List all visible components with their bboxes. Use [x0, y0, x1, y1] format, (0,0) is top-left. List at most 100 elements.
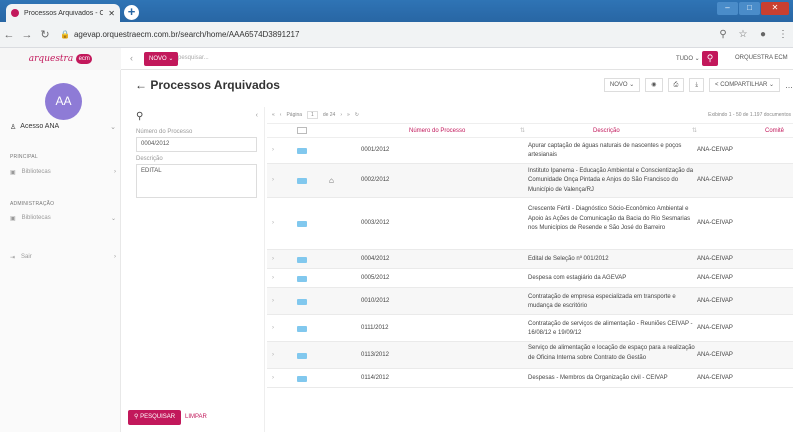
sidebar-item-label: Sair: [21, 254, 32, 260]
share-button[interactable]: < COMPARTILHAR ⌄: [709, 78, 780, 92]
descricao-field[interactable]: EDITAL: [136, 164, 257, 198]
row-numero[interactable]: 0004/2012: [361, 256, 389, 262]
row-descricao[interactable]: Contratação de empresa especializada em …: [528, 293, 695, 312]
row-descricao[interactable]: Serviço de alimentação e locação de espa…: [528, 344, 695, 363]
sidebar-item-sair[interactable]: ⇥ Sair ›: [10, 254, 116, 261]
new-tab-button[interactable]: +: [124, 5, 139, 20]
sidebar-item-acesso[interactable]: ♙ Acesso ANA ⌄: [10, 123, 116, 131]
download-icon[interactable]: ⤓: [689, 78, 704, 92]
menu-dots-icon[interactable]: ⋮: [773, 29, 793, 40]
expand-row-icon[interactable]: ›: [272, 298, 274, 304]
avatar[interactable]: AA: [45, 83, 82, 120]
table-row[interactable]: › 0113/2012 Serviço de alimentação e locaç…: [267, 342, 793, 369]
row-numero[interactable]: 0003/2012: [361, 220, 389, 226]
logo[interactable]: arquestra ecm: [0, 48, 121, 70]
row-numero[interactable]: 0114/2012: [361, 375, 389, 381]
close-tab-icon[interactable]: ✕: [108, 9, 115, 18]
pager: « ‹ Página 1 de 24 › » ↻ Exibindo 1 - 50…: [267, 107, 793, 124]
print-icon[interactable]: ⎙: [667, 78, 685, 92]
search-button[interactable]: ⚲: [702, 51, 718, 66]
row-descricao[interactable]: Despesa com estagiário da AGEVAP: [528, 274, 695, 284]
more-icon[interactable]: …: [785, 81, 793, 90]
collapse-sidebar-icon[interactable]: ‹: [130, 53, 133, 63]
row-descricao[interactable]: Contratação de serviços de alimentação -…: [528, 320, 695, 339]
reload-icon[interactable]: ↻: [36, 28, 54, 41]
col-numero[interactable]: Número do Processo: [409, 128, 465, 134]
novo-button[interactable]: NOVO ⌄: [603, 78, 641, 92]
select-all-checkbox[interactable]: [297, 127, 307, 134]
back-arrow-icon[interactable]: ←: [135, 78, 147, 92]
col-comite[interactable]: Comitê: [765, 128, 784, 134]
results-table: Número do Processo ⇅ Descrição ⇅ Comitê …: [267, 124, 793, 388]
expand-row-icon[interactable]: ›: [272, 256, 274, 262]
back-icon[interactable]: ←: [0, 29, 18, 41]
profile-icon[interactable]: ●: [753, 29, 773, 40]
folder-icon: [297, 257, 307, 263]
first-page-icon[interactable]: «: [272, 112, 275, 118]
row-numero[interactable]: 0010/2012: [361, 298, 389, 304]
expand-row-icon[interactable]: ›: [272, 220, 274, 226]
row-descricao[interactable]: Edital de Seleção nº 001/2012: [528, 255, 695, 265]
search-scope-select[interactable]: TUDO ⌄: [676, 55, 700, 62]
row-descricao[interactable]: Apurar captação de águas naturais de nas…: [528, 142, 695, 161]
expand-row-icon[interactable]: ›: [272, 177, 274, 183]
folder-icon: [297, 148, 307, 154]
expand-row-icon[interactable]: ›: [272, 147, 274, 153]
row-numero[interactable]: 0005/2012: [361, 275, 389, 281]
sort-icon[interactable]: ⇅: [520, 127, 525, 134]
organization-name[interactable]: ORQUESTRA ECM: [735, 55, 788, 61]
table-row[interactable]: › 0004/2012 Edital de Seleção nº 001/2012 A…: [267, 250, 793, 269]
search-icon: ⚲: [136, 111, 144, 122]
pesquisar-label: PESQUISAR: [140, 414, 176, 420]
expand-row-icon[interactable]: ›: [272, 375, 274, 381]
url-field[interactable]: agevap.orquestraecm.com.br/search/home/A…: [74, 30, 713, 39]
sort-icon[interactable]: ⇅: [692, 127, 697, 134]
zoom-icon[interactable]: ⚲: [713, 29, 733, 40]
table-row[interactable]: › 0010/2012 Contratação de empresa especia…: [267, 288, 793, 315]
sidebar-item-label: Bibliotecas: [21, 215, 51, 221]
row-numero[interactable]: 0113/2012: [361, 352, 389, 358]
view-icon[interactable]: ◉: [645, 78, 663, 92]
row-numero[interactable]: 0111/2012: [361, 325, 388, 331]
prev-page-icon[interactable]: ‹: [280, 112, 282, 118]
table-row[interactable]: › ⌂ 0002/2012 Instituto Ipanema - Educação …: [267, 164, 793, 198]
minimize-button[interactable]: –: [717, 2, 738, 15]
close-window-button[interactable]: ✕: [761, 2, 789, 15]
page-number-input[interactable]: 1: [307, 111, 318, 119]
table-row[interactable]: › 0111/2012 Contratação de serviços de ali…: [267, 315, 793, 342]
page-total: de 24: [322, 112, 336, 118]
forward-icon[interactable]: →: [18, 29, 36, 41]
numero-label: Número do Processo: [136, 129, 193, 135]
sidebar-item-bibliotecas[interactable]: ▣ Bibliotecas ›: [10, 169, 116, 176]
pesquisar-button[interactable]: ⚲ PESQUISAR: [128, 410, 182, 425]
row-comite: ANA-CEIVAP: [697, 352, 733, 358]
limpar-button[interactable]: LIMPAR: [185, 414, 207, 420]
expand-row-icon[interactable]: ›: [272, 352, 274, 358]
refresh-icon[interactable]: ↻: [355, 112, 359, 118]
favicon-icon: [11, 9, 19, 17]
global-search-input[interactable]: pesquisar...: [178, 55, 209, 61]
collapse-filter-icon[interactable]: ‹: [256, 112, 258, 119]
row-descricao[interactable]: Instituto Ipanema - Educação Ambiental e…: [528, 167, 695, 196]
library-icon: ▣: [10, 170, 16, 176]
bookmark-star-icon[interactable]: ☆: [733, 29, 753, 40]
last-page-icon[interactable]: »: [347, 112, 350, 118]
table-row[interactable]: › 0005/2012 Despesa com estagiário da AGEV…: [267, 269, 793, 288]
table-row[interactable]: › 0003/2012 Crescente Fértil - Diagnóstico…: [267, 198, 793, 250]
expand-row-icon[interactable]: ›: [272, 325, 274, 331]
maximize-button[interactable]: □: [739, 2, 760, 15]
browser-tab[interactable]: Processos Arquivados - Orquest ✕: [6, 4, 120, 22]
expand-row-icon[interactable]: ›: [272, 275, 274, 281]
row-numero[interactable]: 0002/2012: [361, 177, 389, 183]
chevron-right-icon: ›: [114, 254, 116, 260]
sidebar-item-admin-bibliotecas[interactable]: ▣ Bibliotecas ⌄: [10, 215, 116, 222]
table-row[interactable]: › 0114/2012 Despesas - Membros da Organiza…: [267, 369, 793, 388]
numero-processo-field[interactable]: 0004/2012: [136, 137, 257, 152]
row-numero[interactable]: 0001/2012: [361, 147, 389, 153]
table-row[interactable]: › 0001/2012 Apurar captação de águas natur…: [267, 138, 793, 164]
row-descricao[interactable]: Despesas - Membros da Organização civil …: [528, 374, 695, 384]
row-descricao[interactable]: Crescente Fértil - Diagnóstico Sócio-Eco…: [528, 205, 695, 234]
next-page-icon[interactable]: ›: [340, 112, 342, 118]
col-descricao[interactable]: Descrição: [593, 128, 620, 134]
header-novo-button[interactable]: NOVO ⌄: [144, 52, 179, 66]
